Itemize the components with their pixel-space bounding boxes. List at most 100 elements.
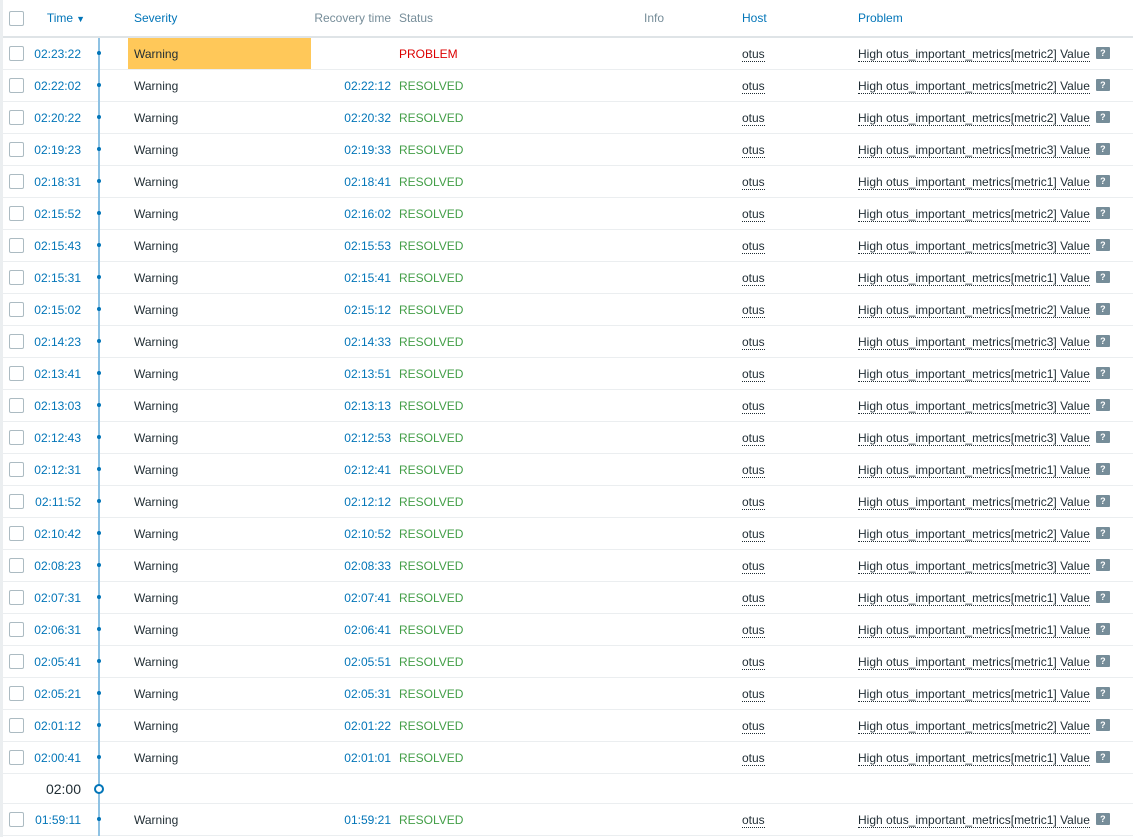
speech-bubble-icon[interactable]: ?	[1095, 622, 1110, 635]
problem-link[interactable]: High otus_important_metrics[metric2] Val…	[858, 110, 1090, 126]
time-link[interactable]: 02:15:31	[34, 271, 81, 285]
host-link[interactable]: otus	[742, 494, 765, 510]
host-link[interactable]: otus	[742, 206, 765, 222]
time-link[interactable]: 02:18:31	[34, 175, 81, 189]
time-link[interactable]: 02:20:22	[34, 111, 81, 125]
header-host[interactable]: Host	[742, 0, 856, 38]
problem-link[interactable]: High otus_important_metrics[metric1] Val…	[858, 622, 1090, 638]
time-link[interactable]: 02:22:02	[34, 79, 81, 93]
speech-bubble-icon[interactable]: ?	[1095, 718, 1110, 731]
recovery-time-cell[interactable]: 02:12:41	[311, 453, 399, 486]
host-link[interactable]: otus	[742, 686, 765, 702]
host-link[interactable]: otus	[742, 430, 765, 446]
host-link[interactable]: otus	[742, 812, 765, 828]
recovery-time-cell[interactable]: 02:08:33	[311, 549, 399, 582]
recovery-time-cell[interactable]: 02:13:51	[311, 357, 399, 390]
speech-bubble-icon[interactable]: ?	[1095, 302, 1110, 315]
speech-bubble-icon[interactable]: ?	[1095, 558, 1110, 571]
recovery-time-cell[interactable]: 02:01:22	[311, 709, 399, 742]
problem-link[interactable]: High otus_important_metrics[metric1] Val…	[858, 750, 1090, 766]
sort-problem-link[interactable]: Problem	[858, 11, 903, 25]
host-link[interactable]: otus	[742, 270, 765, 286]
select-all-checkbox[interactable]	[9, 10, 24, 26]
recovery-time-cell[interactable]: 02:06:41	[311, 613, 399, 646]
time-link[interactable]: 02:15:02	[34, 303, 81, 317]
host-link[interactable]: otus	[742, 398, 765, 414]
sort-time-link[interactable]: Time ▼	[47, 11, 85, 25]
time-link[interactable]: 02:12:43	[34, 431, 81, 445]
time-link[interactable]: 02:23:22	[34, 47, 81, 61]
problem-link[interactable]: High otus_important_metrics[metric2] Val…	[858, 718, 1090, 734]
problem-link[interactable]: High otus_important_metrics[metric2] Val…	[858, 526, 1090, 542]
problem-link[interactable]: High otus_important_metrics[metric3] Val…	[858, 558, 1090, 574]
speech-bubble-icon[interactable]: ?	[1095, 206, 1110, 219]
speech-bubble-icon[interactable]: ?	[1095, 590, 1110, 603]
recovery-time-cell[interactable]: 01:59:21	[311, 803, 399, 836]
sort-severity-link[interactable]: Severity	[134, 11, 177, 25]
header-severity[interactable]: Severity	[128, 0, 311, 38]
time-link[interactable]: 02:05:21	[34, 687, 81, 701]
problem-link[interactable]: High otus_important_metrics[metric1] Val…	[858, 590, 1090, 606]
problem-link[interactable]: High otus_important_metrics[metric1] Val…	[858, 270, 1090, 286]
problem-link[interactable]: High otus_important_metrics[metric1] Val…	[858, 686, 1090, 702]
row-checkbox[interactable]	[9, 238, 24, 254]
row-checkbox[interactable]	[9, 206, 24, 222]
row-checkbox[interactable]	[9, 654, 24, 670]
time-link[interactable]: 02:13:03	[34, 399, 81, 413]
time-link[interactable]: 02:13:41	[34, 367, 81, 381]
recovery-time-cell[interactable]: 02:19:33	[311, 133, 399, 166]
time-link[interactable]: 02:19:23	[34, 143, 81, 157]
row-checkbox[interactable]	[9, 494, 24, 510]
recovery-time-cell[interactable]: 02:07:41	[311, 581, 399, 614]
recovery-time-cell[interactable]: 02:15:53	[311, 229, 399, 262]
speech-bubble-icon[interactable]: ?	[1095, 654, 1110, 667]
host-link[interactable]: otus	[742, 142, 765, 158]
row-checkbox[interactable]	[9, 78, 24, 94]
row-checkbox[interactable]	[9, 110, 24, 126]
time-link[interactable]: 02:01:12	[34, 719, 81, 733]
row-checkbox[interactable]	[9, 270, 24, 286]
host-link[interactable]: otus	[742, 238, 765, 254]
recovery-time-cell[interactable]: 02:15:12	[311, 293, 399, 326]
problem-link[interactable]: High otus_important_metrics[metric1] Val…	[858, 654, 1090, 670]
recovery-time-cell[interactable]: 02:22:12	[311, 69, 399, 102]
row-checkbox[interactable]	[9, 174, 24, 190]
host-link[interactable]: otus	[742, 590, 765, 606]
host-link[interactable]: otus	[742, 174, 765, 190]
speech-bubble-icon[interactable]: ?	[1095, 750, 1110, 763]
speech-bubble-icon[interactable]: ?	[1095, 238, 1110, 251]
problem-link[interactable]: High otus_important_metrics[metric2] Val…	[858, 302, 1090, 318]
recovery-time-cell[interactable]: 02:16:02	[311, 197, 399, 230]
host-link[interactable]: otus	[742, 622, 765, 638]
host-link[interactable]: otus	[742, 46, 765, 62]
time-link[interactable]: 02:05:41	[34, 655, 81, 669]
row-checkbox[interactable]	[9, 526, 24, 542]
speech-bubble-icon[interactable]: ?	[1095, 462, 1110, 475]
problem-link[interactable]: High otus_important_metrics[metric3] Val…	[858, 398, 1090, 414]
speech-bubble-icon[interactable]: ?	[1095, 526, 1110, 539]
speech-bubble-icon[interactable]: ?	[1095, 366, 1110, 379]
problem-link[interactable]: High otus_important_metrics[metric3] Val…	[858, 334, 1090, 350]
time-link[interactable]: 02:12:31	[34, 463, 81, 477]
row-checkbox[interactable]	[9, 750, 24, 766]
problem-link[interactable]: High otus_important_metrics[metric2] Val…	[858, 206, 1090, 222]
recovery-time-cell[interactable]: 02:05:31	[311, 677, 399, 710]
row-checkbox[interactable]	[9, 366, 24, 382]
problem-link[interactable]: High otus_important_metrics[metric2] Val…	[858, 46, 1090, 62]
time-link[interactable]: 01:59:11	[35, 813, 81, 827]
host-link[interactable]: otus	[742, 526, 765, 542]
recovery-time-cell[interactable]: 02:05:51	[311, 645, 399, 678]
recovery-time-cell[interactable]: 02:20:32	[311, 101, 399, 134]
time-link[interactable]: 02:15:52	[34, 207, 81, 221]
time-link[interactable]: 02:14:23	[34, 335, 81, 349]
problem-link[interactable]: High otus_important_metrics[metric1] Val…	[858, 812, 1090, 828]
row-checkbox[interactable]	[9, 142, 24, 158]
recovery-time-cell[interactable]: 02:15:41	[311, 261, 399, 294]
speech-bubble-icon[interactable]: ?	[1095, 46, 1110, 59]
sort-host-link[interactable]: Host	[742, 11, 767, 25]
problem-link[interactable]: High otus_important_metrics[metric3] Val…	[858, 142, 1090, 158]
recovery-time-cell[interactable]: 02:01:01	[311, 741, 399, 774]
time-link[interactable]: 02:15:43	[34, 239, 81, 253]
recovery-time-cell[interactable]: 02:13:13	[311, 389, 399, 422]
problem-link[interactable]: High otus_important_metrics[metric2] Val…	[858, 78, 1090, 94]
